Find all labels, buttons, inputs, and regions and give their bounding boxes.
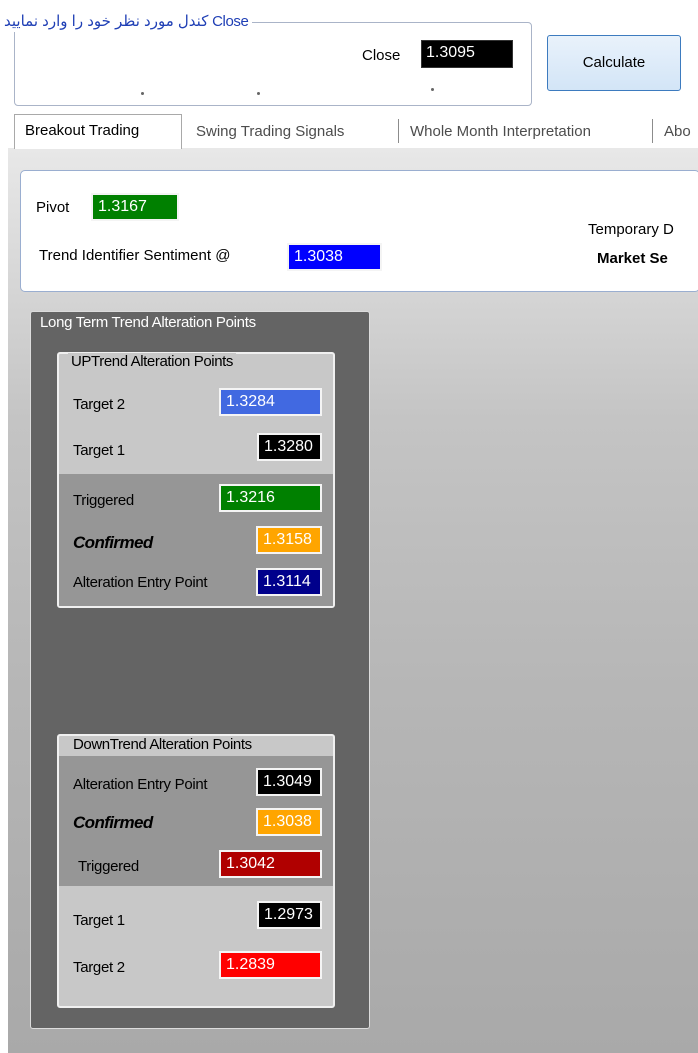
downtrend-triggered-value[interactable]: 1.3042 [219, 850, 322, 878]
downtrend-triggered-label: Triggered [78, 858, 139, 875]
pivot-label: Pivot [36, 199, 70, 216]
tab-about[interactable]: Abo [656, 117, 698, 148]
uptrend-confirmed-value[interactable]: 1.3158 [256, 526, 322, 554]
downtrend-target1-label: Target 1 [73, 912, 125, 929]
downtrend-legend: DownTrend Alteration Points [70, 736, 255, 756]
close-group-legend: Close کندل مورد نظر خود را وارد نمایید [0, 12, 253, 32]
downtrend-target1-value[interactable]: 1.2973 [257, 901, 322, 929]
tab-separator [398, 119, 399, 143]
tab-breakout-trading[interactable]: Breakout Trading [14, 114, 182, 149]
downtrend-target2-label: Target 2 [73, 959, 125, 976]
long-term-legend: Long Term Trend Alteration Points [36, 314, 260, 334]
dot-marker [141, 92, 144, 95]
uptrend-target1-value[interactable]: 1.3280 [257, 433, 322, 461]
close-input[interactable]: 1.3095 [421, 40, 513, 68]
downtrend-confirmed-value[interactable]: 1.3038 [256, 808, 322, 836]
uptrend-triggered-label: Triggered [73, 492, 134, 509]
uptrend-entry-point-label: Alteration Entry Point [73, 574, 208, 591]
tab-swing-trading-signals[interactable]: Swing Trading Signals [188, 117, 352, 148]
uptrend-entry-point-value[interactable]: 1.3114 [256, 568, 322, 596]
temporary-label: Temporary D [588, 221, 674, 238]
dot-marker [257, 92, 260, 95]
uptrend-target1-label: Target 1 [73, 442, 125, 459]
downtrend-entry-point-label: Alteration Entry Point [73, 776, 208, 793]
uptrend-legend: UPTrend Alteration Points [68, 353, 237, 373]
uptrend-target2-label: Target 2 [73, 396, 125, 413]
uptrend-triggered-value[interactable]: 1.3216 [219, 484, 322, 512]
market-sentiment-label: Market Se [597, 250, 668, 267]
tab-whole-month-interpretation[interactable]: Whole Month Interpretation [402, 117, 599, 148]
downtrend-confirmed-label: Confirmed [73, 813, 153, 832]
trend-identifier-value[interactable]: 1.3038 [287, 243, 382, 271]
tab-separator [652, 119, 653, 143]
uptrend-confirmed-label: Confirmed [73, 533, 153, 552]
close-label: Close [362, 47, 401, 64]
uptrend-target2-value[interactable]: 1.3284 [219, 388, 322, 416]
calculate-button[interactable]: Calculate [547, 35, 681, 91]
trend-identifier-label: Trend Identifier Sentiment @ [39, 247, 231, 264]
downtrend-entry-point-value[interactable]: 1.3049 [256, 768, 322, 796]
dot-marker [431, 88, 434, 91]
downtrend-target2-value[interactable]: 1.2839 [219, 951, 322, 979]
pivot-value[interactable]: 1.3167 [91, 193, 179, 221]
